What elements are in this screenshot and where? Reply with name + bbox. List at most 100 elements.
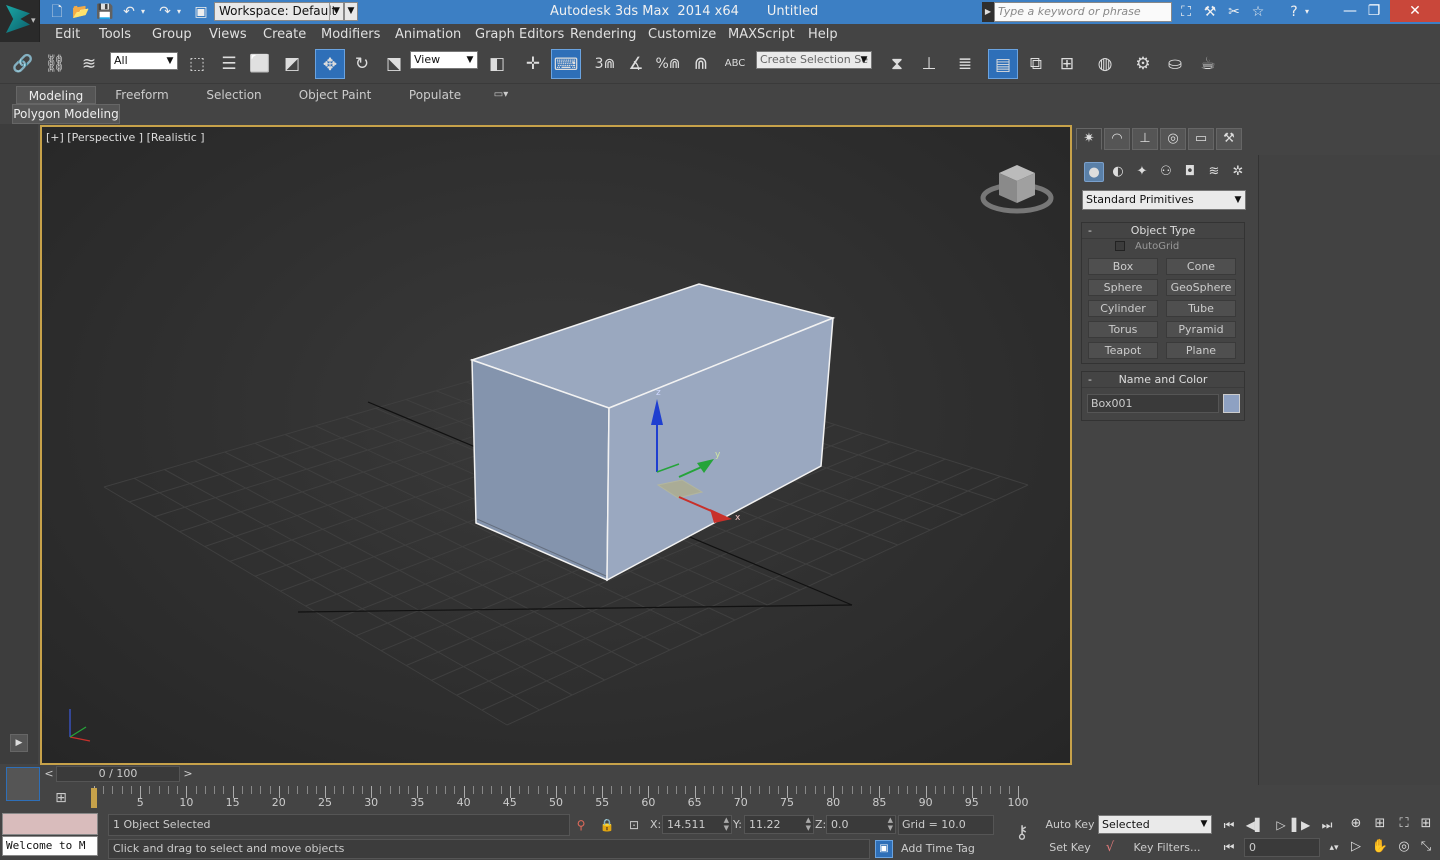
create-tab-icon[interactable]: ✷ — [1076, 128, 1102, 150]
undo-icon[interactable]: ↶ — [120, 3, 138, 21]
time-tag-icon[interactable]: ▣ — [875, 840, 893, 858]
select-and-scale-icon[interactable]: ⬔ — [379, 49, 409, 79]
cameras-icon[interactable]: ⚇ — [1156, 162, 1176, 182]
layer-manager-icon[interactable]: ≣ — [950, 49, 980, 79]
play-icon[interactable]: ▷ — [1270, 816, 1292, 834]
project-folder-icon[interactable]: ▣ — [192, 3, 210, 21]
favorites-star-icon[interactable]: ☆ — [1248, 3, 1268, 21]
next-frame-icon[interactable]: ▌▶ — [1290, 816, 1312, 834]
time-slider-next-icon[interactable]: > — [181, 766, 195, 782]
perspective-viewport[interactable]: [+] [Perspective ] [Realistic ] z y x — [40, 125, 1072, 765]
time-slider-prev-icon[interactable]: < — [42, 766, 56, 782]
time-scrubber[interactable] — [91, 788, 97, 808]
named-selection-sets-dropdown[interactable]: Create Selection Se ▼ — [756, 51, 872, 69]
render-setup-icon[interactable]: ⚙ — [1128, 49, 1158, 79]
render-production-icon[interactable]: ☕ — [1193, 49, 1223, 79]
ribbon-tab-modeling[interactable]: Modeling — [16, 86, 96, 104]
open-file-icon[interactable]: 📂 — [72, 3, 90, 21]
maxscript-listener-output[interactable] — [2, 813, 98, 835]
zoom-extents-icon[interactable]: ⛶ — [1394, 814, 1414, 834]
material-editor-icon[interactable]: ◍ — [1090, 49, 1120, 79]
cone-button[interactable]: Cone — [1166, 258, 1236, 275]
pan-view-icon[interactable]: ✋ — [1370, 837, 1390, 857]
zoom-extents-all-icon[interactable]: ⊞ — [1416, 814, 1436, 834]
spinner-icon[interactable]: ▲ ▼ — [806, 816, 811, 832]
edit-named-selection-icon[interactable]: ABC — [720, 49, 750, 79]
ribbon-tab-object-paint[interactable]: Object Paint — [290, 86, 380, 104]
motion-tab-icon[interactable]: ◎ — [1160, 128, 1186, 150]
key-selection-set-dropdown[interactable]: Selected ▼ — [1098, 815, 1212, 834]
time-slider[interactable]: 0 / 100 — [56, 766, 180, 782]
menu-create[interactable]: Create — [263, 27, 306, 42]
search-expand-icon[interactable]: ▶ — [982, 2, 994, 22]
select-object-icon[interactable]: ⬚ — [182, 49, 212, 79]
selection-lock-icon[interactable]: 🔒 — [598, 816, 616, 834]
tube-button[interactable]: Tube — [1166, 300, 1236, 317]
object-name-field[interactable]: Box001 — [1087, 394, 1219, 413]
display-tab-icon[interactable]: ▭ — [1188, 128, 1214, 150]
hierarchy-tab-icon[interactable]: ⊥ — [1132, 128, 1158, 150]
autogrid-checkbox[interactable]: AutoGrid — [1115, 241, 1179, 252]
menu-edit[interactable]: Edit — [55, 27, 80, 42]
snaps-toggle-icon[interactable]: 3⋒ — [590, 49, 620, 79]
lights-icon[interactable]: ✦ — [1132, 162, 1152, 182]
unlink-icon[interactable]: ⛓ — [40, 49, 70, 79]
menu-customize[interactable]: Customize — [648, 27, 716, 42]
field-of-view-icon[interactable]: ▷ — [1346, 837, 1366, 857]
menu-help[interactable]: Help — [808, 27, 838, 42]
set-key-button[interactable]: Set Key — [1045, 838, 1095, 858]
torus-button[interactable]: Torus — [1088, 321, 1158, 338]
ribbon-tab-freeform[interactable]: Freeform — [104, 86, 180, 104]
go-to-end-icon[interactable]: ⏭ — [1316, 816, 1338, 834]
rollout-collapse-icon[interactable]: - — [1088, 223, 1092, 238]
app-menu-button[interactable]: ▾ — [0, 0, 40, 42]
current-frame-field[interactable]: 0 — [1244, 838, 1320, 857]
name-and-color-header[interactable]: - Name and Color — [1082, 372, 1244, 388]
zoom-icon[interactable]: ⊕ — [1346, 814, 1366, 834]
pyramid-button[interactable]: Pyramid — [1166, 321, 1236, 338]
ribbon-tab-selection[interactable]: Selection — [196, 86, 272, 104]
orbit-icon[interactable]: ◎ — [1394, 837, 1414, 857]
teapot-button[interactable]: Teapot — [1088, 342, 1158, 359]
set-keys-key-icon[interactable]: ⚷ — [1006, 822, 1038, 846]
utilities-tab-icon[interactable]: ⚒ — [1216, 128, 1242, 150]
spinner-snap-icon[interactable]: ⋒ — [686, 49, 716, 79]
object-type-header[interactable]: - Object Type — [1082, 223, 1244, 239]
mirror-icon[interactable]: ⧗ — [882, 49, 912, 79]
sphere-button[interactable]: Sphere — [1088, 279, 1158, 296]
rollout-collapse-icon[interactable]: - — [1088, 372, 1092, 387]
ribbon-options-icon[interactable]: ▭▾ — [486, 86, 516, 104]
select-by-name-icon[interactable]: ☰ — [214, 49, 244, 79]
select-and-rotate-icon[interactable]: ↻ — [347, 49, 377, 79]
geometry-icon[interactable]: ● — [1084, 162, 1104, 182]
isolate-selection-icon[interactable]: ⚲ — [572, 816, 590, 834]
primitive-category-dropdown[interactable]: Standard Primitives ▼ — [1082, 190, 1246, 210]
viewport-layout-expand-icon[interactable]: ▶ — [10, 734, 28, 752]
spinner-icon[interactable]: ▴▾ — [1324, 838, 1344, 858]
window-crossing-icon[interactable]: ◩ — [277, 49, 307, 79]
menu-graph-editors[interactable]: Graph Editors — [475, 27, 564, 42]
zoom-all-icon[interactable]: ⊞ — [1370, 814, 1390, 834]
x-coord-field[interactable]: 14.511 ▲ ▼ — [662, 815, 732, 834]
default-in-out-tangents-icon[interactable]: √ — [1100, 838, 1120, 858]
key-mode-toggle-icon[interactable]: ⏮ — [1218, 838, 1240, 856]
help-icon[interactable]: ? — [1284, 3, 1304, 21]
z-coord-field[interactable]: 0.0 ▲ ▼ — [826, 815, 896, 834]
space-warps-icon[interactable]: ≋ — [1204, 162, 1224, 182]
undo-dropdown-icon[interactable]: ▾ — [138, 3, 148, 21]
graphite-modeling-tools-icon[interactable]: ▤ — [988, 49, 1018, 79]
new-file-icon[interactable]: 🗋 — [48, 3, 66, 21]
workspace-dropdown[interactable]: Workspace: Default ▼ — [214, 2, 344, 21]
rendered-frame-window-icon[interactable]: ⛀ — [1160, 49, 1190, 79]
modify-tab-icon[interactable]: ◠ — [1104, 128, 1130, 150]
menu-group[interactable]: Group — [152, 27, 192, 42]
absolute-mode-icon[interactable]: ⊡ — [625, 816, 643, 834]
track-bar[interactable]: 5 10 15 20 25 30 35 40 45 50 55 60 65 70 75 80 85 90 95 100 — [90, 784, 1030, 812]
align-icon[interactable]: ⊥ — [914, 49, 944, 79]
shapes-icon[interactable]: ◐ — [1108, 162, 1128, 182]
communication-center-icon[interactable]: ✂ — [1224, 3, 1244, 21]
maxscript-listener-input[interactable]: Welcome to M — [2, 836, 98, 856]
link-icon[interactable]: 🔗 — [8, 49, 38, 79]
angle-snap-icon[interactable]: ∡ — [621, 49, 651, 79]
key-filters-button[interactable]: Key Filters... — [1122, 838, 1212, 858]
